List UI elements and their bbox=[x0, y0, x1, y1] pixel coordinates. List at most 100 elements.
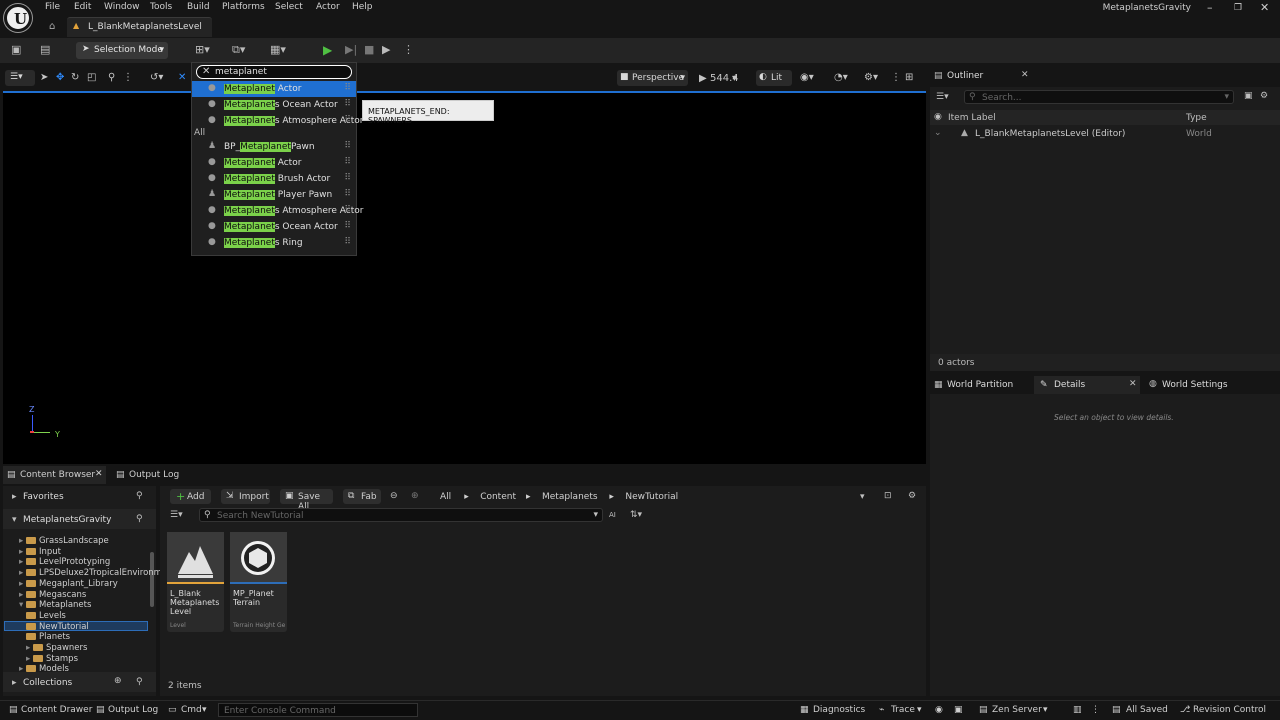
folder-item[interactable]: ▸ Spawners bbox=[26, 643, 87, 653]
collapse-icon[interactable]: ▸ bbox=[12, 678, 17, 688]
save-all-button[interactable]: ▣ Save All bbox=[280, 489, 333, 512]
maximize-icon[interactable]: ❐ bbox=[1234, 3, 1242, 13]
folder-item[interactable]: Planets bbox=[26, 632, 70, 642]
collections-label[interactable]: Collections bbox=[23, 678, 72, 688]
expand-icon[interactable]: ▾ bbox=[12, 515, 17, 525]
diagnostics-button[interactable]: Diagnostics bbox=[813, 705, 865, 715]
actor-item[interactable]: ● Metaplanets Ocean Actor ⠿ bbox=[192, 219, 356, 235]
selection-mode-button[interactable]: ➤ Selection Mode ▾ bbox=[76, 42, 168, 59]
actor-item[interactable]: ● Metaplanet Actor ⠿ bbox=[192, 81, 356, 97]
level-tab[interactable]: ▲ L_BlankMetaplanetsLevel bbox=[67, 17, 212, 37]
folder-item[interactable]: ▸ LPSDeluxe2TropicalEnvironment bbox=[19, 568, 176, 578]
expand-icon[interactable]: ▸ bbox=[19, 590, 26, 600]
filter-icon[interactable]: ☰▾ bbox=[170, 510, 183, 520]
cmd-button[interactable]: Cmd bbox=[181, 705, 202, 715]
performance-icon[interactable]: ◔▾ bbox=[834, 72, 848, 83]
forward-icon[interactable]: ⊕ bbox=[411, 491, 419, 501]
folder-item[interactable]: ▸ Stamps bbox=[26, 654, 78, 664]
expand-icon[interactable]: ▸ bbox=[19, 536, 26, 546]
actor-item[interactable]: ● Metaplanets Atmosphere Actor ⠿ bbox=[192, 113, 363, 129]
new-folder-icon[interactable]: ▣ bbox=[1244, 91, 1253, 101]
actor-item[interactable]: ● Metaplanet Brush Actor ⠿ bbox=[192, 171, 356, 187]
actor-item[interactable]: ♟ BP_MetaplanetPawn ⠿ bbox=[192, 139, 356, 155]
menu-build[interactable]: Build bbox=[187, 2, 210, 12]
menu-help[interactable]: Help bbox=[352, 2, 373, 12]
unreal-logo-icon[interactable] bbox=[4, 4, 32, 32]
expand-icon[interactable]: ▸ bbox=[19, 557, 26, 567]
expand-icon[interactable]: ▸ bbox=[19, 579, 26, 589]
actor-item[interactable]: ● Metaplanets Atmosphere Actor ⠿ bbox=[192, 203, 363, 219]
viewport-options-button[interactable]: ☰▾ bbox=[5, 70, 35, 86]
save-icon[interactable]: ▣ bbox=[11, 43, 21, 56]
level-viewport[interactable] bbox=[3, 91, 926, 464]
menu-tools[interactable]: Tools bbox=[150, 2, 172, 12]
launch-icon[interactable]: ▶ bbox=[382, 43, 390, 56]
folder-item[interactable]: ▸ Megascans bbox=[19, 590, 86, 600]
actor-item[interactable]: ● Metaplanets Ring ⠿ bbox=[192, 235, 356, 251]
close-icon[interactable]: ✕ bbox=[1260, 1, 1269, 14]
folder-item[interactable]: NewTutorial bbox=[26, 622, 89, 632]
tasks-icon[interactable]: ▥ bbox=[1073, 705, 1082, 715]
screenshot-icon[interactable]: ▣ bbox=[954, 705, 963, 715]
actor-item[interactable]: ● Metaplanets Ocean Actor ⠿ bbox=[192, 97, 356, 113]
breadcrumb-item[interactable]: All bbox=[440, 492, 451, 502]
perspective-button[interactable]: ■ Perspective ▾ bbox=[617, 70, 688, 86]
grid-snap-icon[interactable]: ✕ bbox=[178, 72, 186, 83]
project-root[interactable]: MetaplanetsGravity bbox=[23, 515, 111, 525]
record-icon[interactable]: ◉ bbox=[935, 705, 943, 715]
expand-icon[interactable]: ▸ bbox=[26, 643, 33, 653]
scale-icon[interactable]: ◰ bbox=[87, 72, 96, 83]
col-item-label[interactable]: Item Label bbox=[948, 113, 996, 123]
lock-icon[interactable]: ⊡ bbox=[884, 491, 892, 501]
all-saved-button[interactable]: All Saved bbox=[1126, 705, 1168, 715]
expand-icon[interactable]: ⌄ bbox=[934, 128, 942, 138]
tab-world-settings[interactable]: World Settings bbox=[1162, 380, 1228, 390]
add-collection-icon[interactable]: ⊕ bbox=[114, 676, 122, 686]
show-icon[interactable]: ◉▾ bbox=[800, 72, 814, 83]
breadcrumb-separator-icon[interactable]: ▸ bbox=[609, 492, 614, 502]
browse-icon[interactable]: ▤ bbox=[40, 43, 50, 56]
output-log-button[interactable]: Output Log bbox=[108, 705, 158, 715]
clear-search-icon[interactable]: ✕ bbox=[202, 66, 210, 77]
close-tab-icon[interactable]: ✕ bbox=[95, 469, 103, 479]
place-actor-search[interactable]: ✕ metaplanet bbox=[196, 65, 352, 79]
ai-button[interactable]: AI bbox=[609, 511, 616, 519]
drag-handle-icon[interactable]: ⠿ bbox=[344, 173, 351, 183]
translate-icon[interactable]: ✥ bbox=[56, 72, 64, 83]
col-type[interactable]: Type bbox=[1186, 113, 1207, 123]
settings-icon[interactable]: ⚙▾ bbox=[864, 72, 878, 83]
asset-tile[interactable]: L_Blank Metaplanets Level Level bbox=[167, 532, 224, 632]
folder-item[interactable]: ▸ GrassLandscape bbox=[19, 536, 109, 546]
content-drawer-button[interactable]: Content Drawer bbox=[21, 705, 92, 715]
favorites-header[interactable]: Favorites bbox=[23, 492, 64, 502]
menu-window[interactable]: Window bbox=[104, 2, 140, 12]
rotate-icon[interactable]: ↻ bbox=[71, 72, 79, 83]
drag-handle-icon[interactable]: ⠿ bbox=[344, 157, 351, 167]
asset-tile[interactable]: MP_Planet Terrain Terrain Height Ge... bbox=[230, 532, 287, 632]
blueprint-icon[interactable]: ⧉▾ bbox=[232, 43, 245, 57]
drag-handle-icon[interactable]: ⠿ bbox=[344, 83, 351, 93]
trace-button[interactable]: Trace bbox=[891, 705, 915, 715]
tree-scrollbar[interactable] bbox=[150, 552, 154, 607]
breadcrumb-item[interactable]: Content bbox=[480, 492, 516, 502]
breadcrumb-separator-icon[interactable]: ▸ bbox=[464, 492, 469, 502]
outliner-row-level[interactable]: ⌄ ▲ L_BlankMetaplanetsLevel (Editor) Wor… bbox=[930, 126, 1280, 141]
expand-icon[interactable]: ▸ bbox=[19, 547, 26, 557]
cb-settings-icon[interactable]: ⚙ bbox=[908, 491, 916, 501]
zen-server-button[interactable]: Zen Server bbox=[992, 705, 1042, 715]
layout-icon[interactable]: ⊞ bbox=[905, 72, 913, 83]
cinematics-icon[interactable]: ▦▾ bbox=[270, 43, 286, 56]
console-input[interactable]: Enter Console Command bbox=[218, 703, 418, 717]
outliner-title[interactable]: Outliner bbox=[947, 71, 983, 81]
drag-handle-icon[interactable]: ⠿ bbox=[344, 205, 351, 215]
drag-handle-icon[interactable]: ⠿ bbox=[344, 237, 351, 247]
chevron-down-icon[interactable]: ▾ bbox=[202, 705, 207, 715]
outliner-settings-icon[interactable]: ⚙ bbox=[1260, 91, 1268, 101]
drag-handle-icon[interactable]: ⠿ bbox=[344, 141, 351, 151]
chevron-down-icon[interactable]: ▾ bbox=[1043, 705, 1048, 715]
add-button[interactable]: + Add bbox=[170, 489, 211, 504]
snap-icon[interactable]: ↺▾ bbox=[150, 72, 163, 83]
folder-item[interactable]: ▸ Megaplant_Library bbox=[19, 579, 118, 589]
filter-icon[interactable]: ☰▾ bbox=[936, 92, 949, 102]
folder-item[interactable]: ▸ Input bbox=[19, 547, 61, 557]
